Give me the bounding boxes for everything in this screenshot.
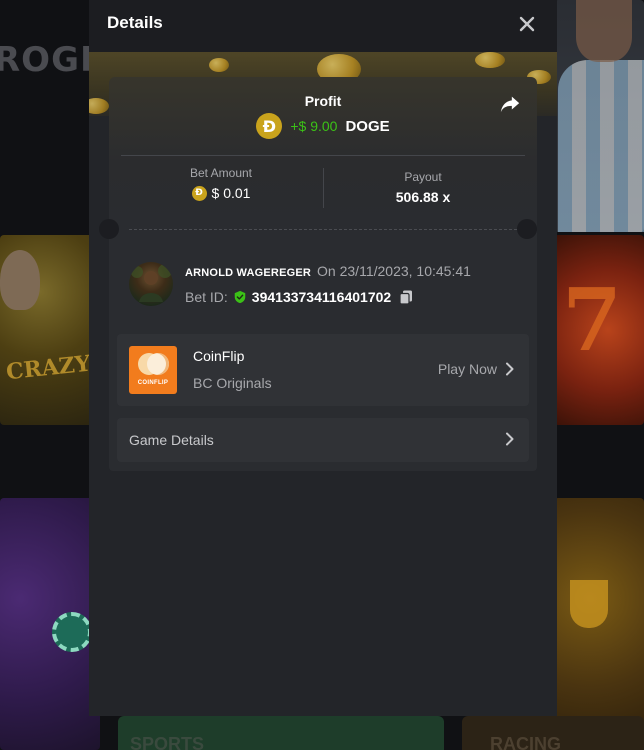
profit-label: Profit [304, 93, 342, 109]
profit-amount: +$ 9.00 [290, 118, 338, 134]
modal-header: Details [89, 0, 557, 52]
game-details-row[interactable]: Game Details [117, 418, 529, 462]
payout-block: Payout 506.88 x [323, 160, 523, 205]
payout-label: Payout [404, 170, 442, 184]
username-link[interactable]: ARNOLD WAGEREGER [185, 267, 311, 279]
ticket-dashed-divider [129, 229, 517, 230]
user-line: ARNOLD WAGEREGER On 23/11/2023, 10:45:41 [185, 263, 471, 279]
doge-coin-icon: Ð [256, 113, 283, 139]
share-icon [500, 96, 520, 113]
chevron-right-icon [506, 432, 514, 446]
close-icon [519, 16, 535, 32]
game-name: CoinFlip [193, 348, 245, 364]
bet-id-label: Bet ID: [185, 289, 228, 305]
game-thumbnail[interactable]: COINFLIP [129, 346, 177, 394]
profit-divider [121, 155, 525, 156]
ticket-notch-right [517, 219, 537, 239]
background-casino-chip-image [52, 612, 92, 652]
coin-image [147, 353, 169, 375]
close-button[interactable] [515, 12, 539, 36]
game-card[interactable]: COINFLIP CoinFlip BC Originals Play Now [117, 334, 529, 406]
background-sports-label: SPORTS [130, 734, 205, 750]
shield-check-icon [234, 290, 246, 304]
copy-icon [399, 290, 413, 305]
background-player-head-image [576, 0, 632, 62]
background-racing-label: RACING [490, 734, 561, 750]
play-now-button[interactable]: Play Now [438, 361, 515, 377]
decorative-coin [89, 98, 109, 114]
bet-amount-label: Bet Amount [189, 166, 253, 180]
decorative-coin [209, 58, 229, 72]
decorative-coin [475, 52, 505, 68]
payout-value: 506.88 x [395, 189, 451, 205]
avatar[interactable] [129, 262, 173, 306]
background-trophy-image [570, 580, 608, 628]
avatar-image-icon [131, 264, 172, 302]
bet-amount-value: $ 0.01 [211, 185, 251, 201]
chevron-right-icon [506, 362, 514, 376]
background-player-image [558, 60, 644, 232]
ticket-notch-left [99, 219, 119, 239]
thumbnail-label: COINFLIP [137, 380, 169, 386]
modal-title: Details [107, 13, 163, 32]
background-dealer-image [0, 250, 40, 310]
doge-coin-icon: Ð [191, 185, 207, 201]
game-provider: BC Originals [193, 375, 272, 391]
play-now-label: Play Now [437, 361, 497, 377]
game-details-label: Game Details [129, 432, 214, 448]
bet-id-line: Bet ID: 394133734116401702 [185, 289, 414, 305]
bet-amount-row: Ð $ 0.01 [121, 185, 321, 201]
profit-row: Ð +$ 9.00 DOGE [109, 113, 537, 139]
bet-amount-block: Bet Amount Ð $ 0.01 [121, 160, 321, 201]
bet-details-modal: Details Profit Ð +$ 9.00 DOGE Bet Amount [89, 0, 557, 716]
bet-timestamp: On 23/11/2023, 10:45:41 [317, 263, 471, 279]
background-slot-seven-image: 7 [562, 270, 622, 371]
copy-button[interactable] [398, 289, 414, 305]
bet-id-value: 394133734116401702 [251, 289, 392, 305]
profit-currency: DOGE [345, 117, 390, 135]
share-button[interactable] [499, 93, 521, 115]
